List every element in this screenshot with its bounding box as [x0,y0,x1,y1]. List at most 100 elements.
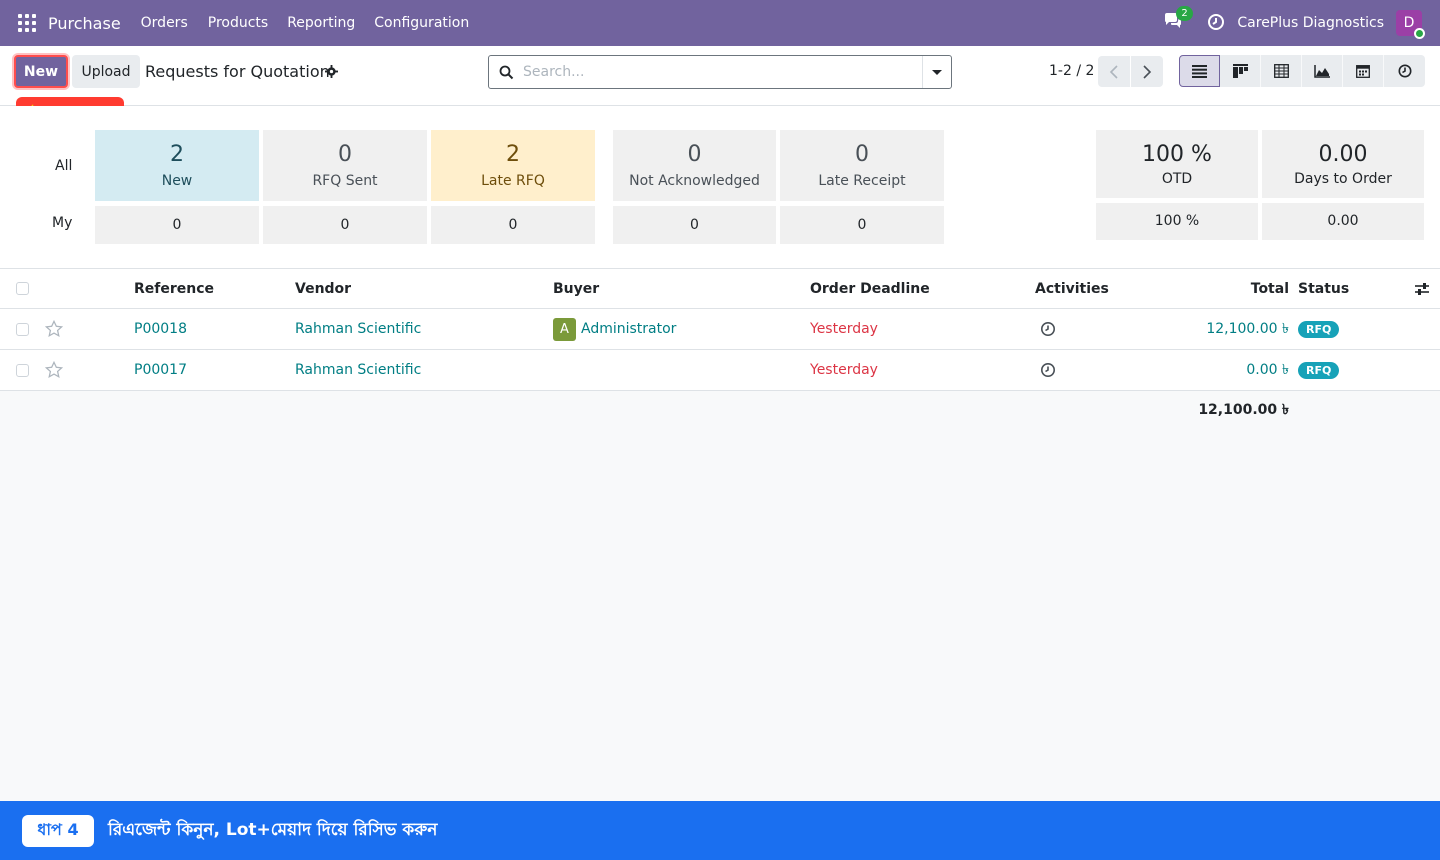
tile-label: New [161,173,193,189]
list-header: Reference Vendor Buyer Order Deadline Ac… [0,269,1440,309]
search-icon [499,65,514,80]
my-kpi-otd: 100 % [1096,203,1258,240]
search-options-toggle[interactable] [922,56,951,88]
star-icon[interactable] [45,350,63,390]
calendar-view-icon [1356,65,1370,78]
activity-view-button[interactable] [1384,55,1425,87]
apps-grid-icon[interactable] [18,14,36,32]
table-row[interactable]: P00017 Rahman Scientific Yesterday 0.00 … [0,350,1440,391]
my-tile-rfq-sent[interactable]: 0 [263,206,427,244]
pivot-view-button[interactable] [1261,55,1302,87]
tile-value: 0 [687,142,702,167]
row-deadline: Yesterday [810,321,878,337]
row-buyer[interactable]: A Administrator [553,309,676,349]
tile-late-rfq[interactable]: 2 Late RFQ [431,130,595,201]
tile-label: Not Acknowledged [629,173,760,189]
column-total[interactable]: Total [1200,269,1289,308]
row-total: 0.00 ৳ [1246,362,1289,378]
pager-previous-button[interactable] [1098,56,1130,87]
my-tile-not-acknowledged[interactable]: 0 [613,206,776,244]
chevron-left-icon [1109,64,1118,79]
kpi-value: 100 % [1142,142,1212,167]
control-panel: New Upload Requests for Quotation 1-2 / … [0,46,1440,106]
row-reference[interactable]: P00017 [134,350,187,390]
row-label-all: All [55,158,73,174]
kpi-otd: 100 % OTD [1096,130,1258,198]
tile-label: Late RFQ [481,173,545,189]
clock-view-icon [1398,64,1411,78]
tile-value: 0 [338,142,352,167]
menu-reporting[interactable]: Reporting [287,15,355,31]
chat-icon[interactable]: 2 [1163,6,1193,34]
status-badge: RFQ [1298,320,1340,338]
online-status-dot [1414,28,1425,39]
my-tile-late-receipt[interactable]: 0 [780,206,944,244]
activity-clock-icon[interactable] [1040,309,1056,349]
purchase-dashboard: All My 2 New 0 RFQ Sent 2 Late RFQ 0 Not… [0,106,1440,269]
view-switcher [1179,55,1425,87]
list-footer: 12,100.00 ৳ [0,391,1440,429]
select-all-checkbox[interactable] [16,282,29,295]
tile-rfq-sent[interactable]: 0 RFQ Sent [263,130,427,201]
star-icon[interactable] [45,309,63,349]
user-avatar[interactable]: D [1396,10,1425,39]
kanban-view-button[interactable] [1220,55,1261,87]
row-vendor[interactable]: Rahman Scientific [295,350,421,390]
kpi-label: Days to Order [1294,171,1392,187]
tile-late-receipt[interactable]: 0 Late Receipt [780,130,944,201]
kanban-view-icon [1232,64,1248,78]
column-reference[interactable]: Reference [134,269,214,308]
row-total: 12,100.00 ৳ [1206,321,1289,337]
row-checkbox[interactable] [16,322,29,336]
new-button[interactable]: New [14,55,68,88]
row-label-my: My [52,215,73,231]
gear-icon[interactable] [325,65,338,78]
row-reference[interactable]: P00018 [134,309,187,349]
chat-badge: 2 [1176,6,1193,21]
pager-value[interactable]: 1-2 / 2 [1049,63,1094,79]
kpi-days-to-order: 0.00 Days to Order [1262,130,1424,198]
my-tile-late-rfq[interactable]: 0 [431,206,595,244]
company-switcher[interactable]: CarePlus Diagnostics [1237,15,1384,31]
list-view-icon [1192,64,1207,78]
search-box [488,55,952,89]
table-row[interactable]: P00018 Rahman Scientific A Administrator… [0,309,1440,350]
activity-clock-icon[interactable] [1040,350,1056,390]
buyer-avatar: A [553,317,576,341]
tile-value: 2 [170,142,184,167]
column-buyer[interactable]: Buyer [553,269,599,308]
pager-next-button[interactable] [1131,56,1163,87]
graph-view-icon [1314,64,1330,78]
column-vendor[interactable]: Vendor [295,269,351,308]
rfq-list: Reference Vendor Buyer Order Deadline Ac… [0,269,1440,429]
column-status[interactable]: Status [1298,269,1349,308]
chevron-right-icon [1143,64,1152,79]
row-vendor[interactable]: Rahman Scientific [295,309,421,349]
graph-view-button[interactable] [1302,55,1343,87]
list-view-button[interactable] [1179,55,1220,87]
menu-orders[interactable]: Orders [141,15,188,31]
menu-configuration[interactable]: Configuration [374,15,469,31]
tile-new[interactable]: 2 New [95,130,259,201]
tutorial-banner: ধাপ 4 রিএজেন্ট কিনুন, Lot+মেয়াদ দিয়ে র… [0,801,1440,860]
upload-button[interactable]: Upload [72,55,140,88]
page-title: Requests for Quotation [145,62,330,81]
tile-not-acknowledged[interactable]: 0 Not Acknowledged [613,130,776,201]
tile-value: 0 [855,142,869,167]
row-checkbox[interactable] [16,363,29,377]
search-input[interactable] [523,62,903,82]
column-activities[interactable]: Activities [1035,269,1109,308]
top-navbar: Purchase Orders Products Reporting Confi… [0,0,1440,46]
column-order-deadline[interactable]: Order Deadline [810,269,930,308]
banner-text: রিএজেন্ট কিনুন, Lot+মেয়াদ দিয়ে রিসিভ ক… [108,819,438,840]
tile-value: 2 [506,142,520,167]
sum-total: 12,100.00 ৳ [1198,402,1289,418]
menu-products[interactable]: Products [208,15,268,31]
app-name[interactable]: Purchase [48,14,121,33]
my-tile-new[interactable]: 0 [95,206,259,244]
pivot-view-icon [1273,64,1289,78]
calendar-view-button[interactable] [1343,55,1384,87]
optional-columns-icon[interactable] [1414,269,1430,308]
activity-clock-icon[interactable] [1207,13,1227,33]
kpi-value: 0.00 [1318,142,1368,167]
